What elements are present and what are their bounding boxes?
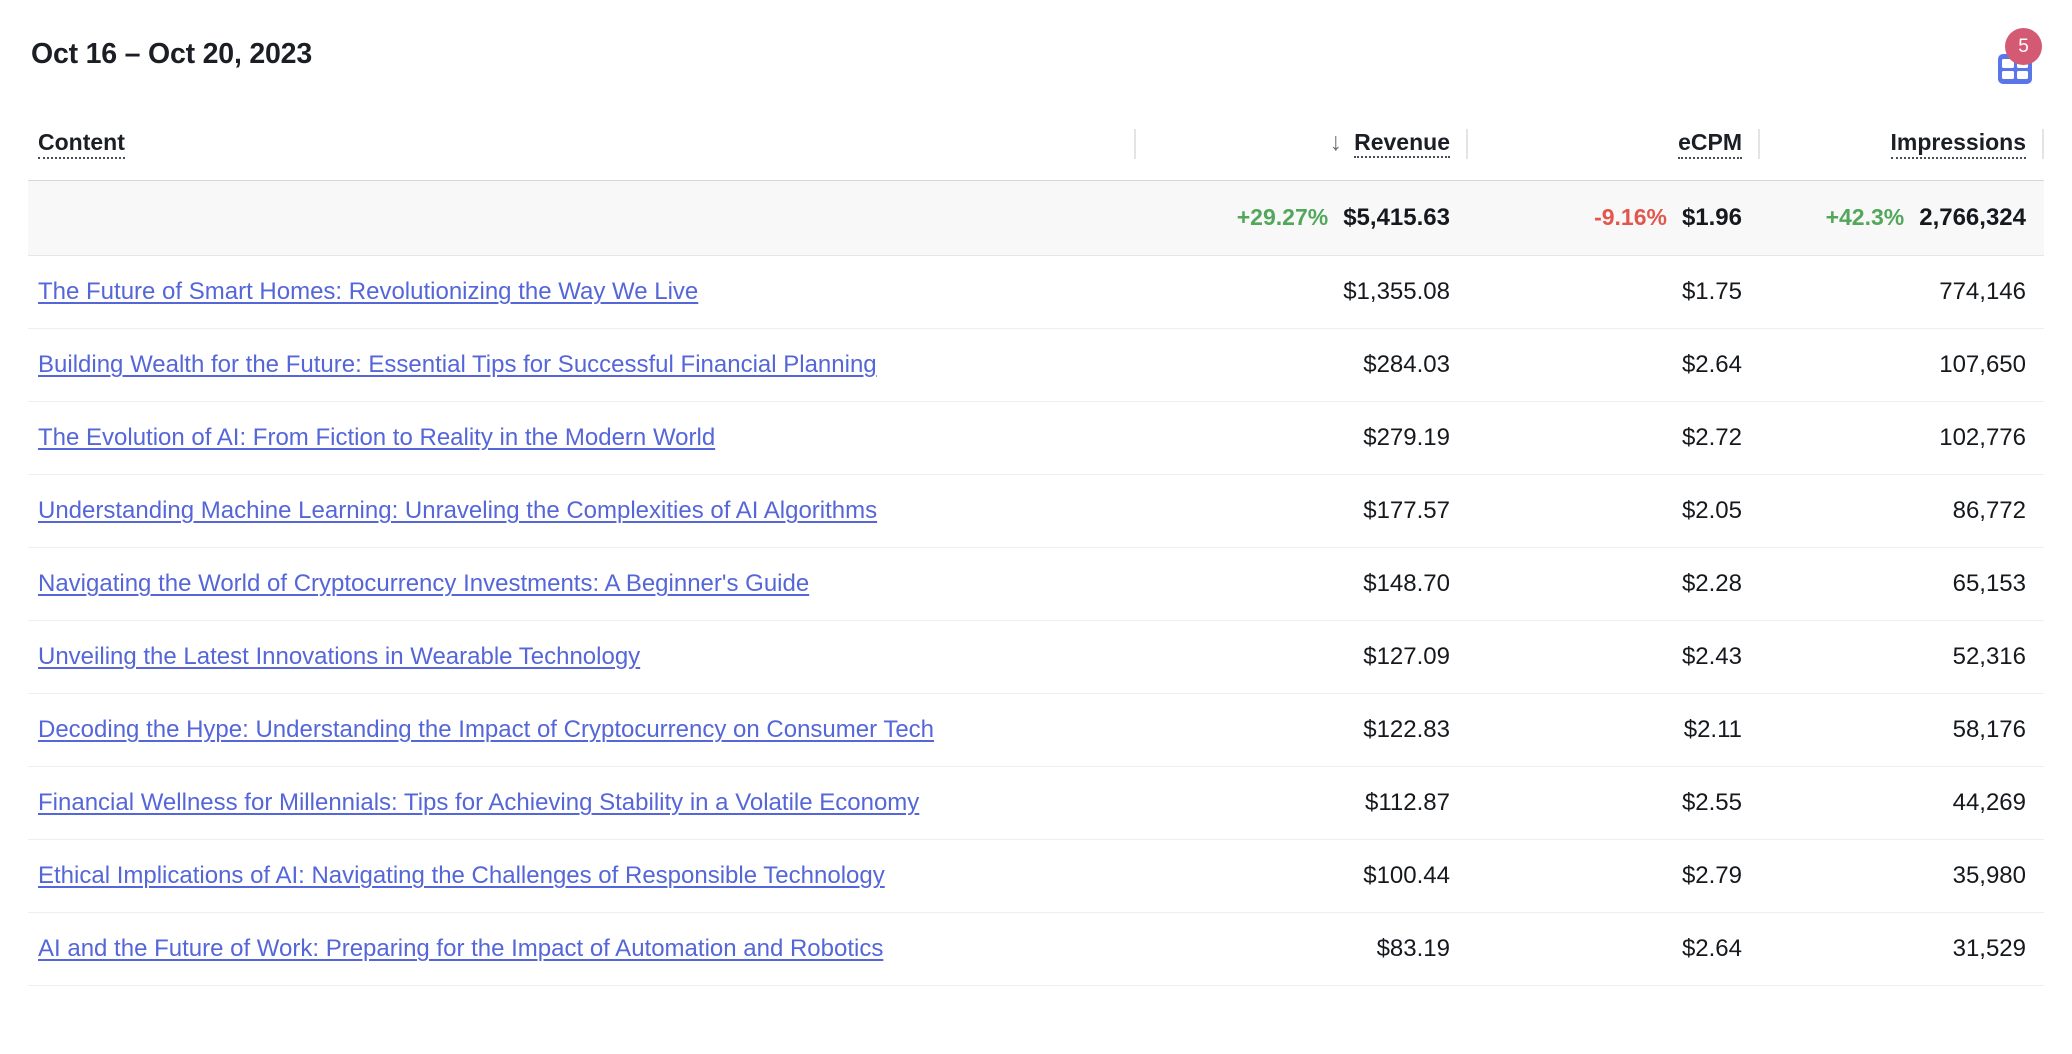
row-ecpm-cell: $2.64 [1467,328,1760,402]
column-header-ecpm-label: eCPM [1678,130,1742,159]
row-content-cell: The Evolution of AI: From Fiction to Rea… [28,401,1136,475]
table-row: The Evolution of AI: From Fiction to Rea… [28,401,2044,475]
summary-content-cell [28,180,1136,256]
row-revenue-cell: $1,355.08 [1135,255,1468,329]
row-revenue-cell: $122.83 [1135,693,1468,767]
page-header: Oct 16 – Oct 20, 2023 5 [28,0,2044,108]
table-row: Building Wealth for the Future: Essentia… [28,328,2044,402]
summary-revenue-cell: +29.27% $5,415.63 [1135,180,1468,256]
table-row: Financial Wellness for Millennials: Tips… [28,766,2044,840]
row-impressions-cell: 86,772 [1760,474,2044,548]
row-revenue-cell: $177.57 [1135,474,1468,548]
row-content-cell: Unveiling the Latest Innovations in Wear… [28,620,1136,694]
table-row: Ethical Implications of AI: Navigating t… [28,839,2044,913]
row-ecpm-cell: $2.64 [1467,912,1760,986]
row-impressions-cell: 102,776 [1760,401,2044,475]
page-title: Oct 16 – Oct 20, 2023 [31,37,312,70]
summary-revenue-delta: +29.27% [1236,204,1329,230]
row-content-cell: Financial Wellness for Millennials: Tips… [28,766,1136,840]
column-header-revenue-inner[interactable]: ↓ Revenue [1329,128,1450,159]
row-revenue-cell: $279.19 [1135,401,1468,475]
column-header-revenue-label: Revenue [1354,130,1450,159]
row-content-cell: Navigating the World of Cryptocurrency I… [28,547,1136,621]
table-body: +29.27% $5,415.63 -9.16% $1.96 +42.3% 2,766… [28,180,2044,256]
row-revenue-cell: $148.70 [1135,547,1468,621]
column-header-impressions[interactable]: Impressions [1760,108,2044,181]
table-row: Understanding Machine Learning: Unraveli… [28,474,2044,548]
row-ecpm-cell: $2.43 [1467,620,1760,694]
status-badge: 5 [2005,28,2042,65]
row-content-cell: Building Wealth for the Future: Essentia… [28,328,1136,402]
table-row: AI and the Future of Work: Preparing for… [28,912,2044,986]
content-link[interactable]: Ethical Implications of AI: Navigating t… [38,862,885,889]
row-revenue-cell: $100.44 [1135,839,1468,913]
table-row: Unveiling the Latest Innovations in Wear… [28,620,2044,694]
header-actions: 5 [1978,28,2042,86]
row-impressions-cell: 31,529 [1760,912,2044,986]
report-page: Oct 16 – Oct 20, 2023 5 Content ↓ Revenu… [0,0,2072,1054]
column-header-ecpm-inner[interactable]: eCPM [1678,130,1742,159]
row-impressions-cell: 44,269 [1760,766,2044,840]
summary-ecpm-cell: -9.16% $1.96 [1467,180,1760,256]
header-row: Content ↓ Revenue eCPM Impressions [28,108,2044,181]
row-impressions-cell: 65,153 [1760,547,2044,621]
row-ecpm-cell: $2.11 [1467,693,1760,767]
row-ecpm-cell: $2.28 [1467,547,1760,621]
column-header-ecpm[interactable]: eCPM [1468,108,1760,181]
table-rows: The Future of Smart Homes: Revolutionizi… [28,255,2044,986]
row-revenue-cell: $83.19 [1135,912,1468,986]
content-link[interactable]: Unveiling the Latest Innovations in Wear… [38,643,640,670]
row-ecpm-cell: $2.05 [1467,474,1760,548]
column-header-impressions-inner[interactable]: Impressions [1890,130,2026,159]
content-link[interactable]: Decoding the Hype: Understanding the Imp… [38,716,934,743]
summary-row: +29.27% $5,415.63 -9.16% $1.96 +42.3% 2,766… [28,180,2044,256]
summary-impressions-value: 2,766,324 [1919,204,2026,231]
row-revenue-cell: $127.09 [1135,620,1468,694]
column-divider [2042,129,2044,159]
summary-revenue-value: $5,415.63 [1343,204,1450,231]
table-row: Navigating the World of Cryptocurrency I… [28,547,2044,621]
content-link[interactable]: AI and the Future of Work: Preparing for… [38,935,883,962]
column-header-content-label: Content [38,130,125,159]
row-content-cell: The Future of Smart Homes: Revolutionizi… [28,255,1136,329]
row-content-cell: Understanding Machine Learning: Unraveli… [28,474,1136,548]
row-ecpm-cell: $2.79 [1467,839,1760,913]
content-link[interactable]: Building Wealth for the Future: Essentia… [38,351,877,378]
column-header-impressions-label: Impressions [1890,130,2026,159]
content-link[interactable]: The Future of Smart Homes: Revolutionizi… [38,278,698,305]
summary-impressions-cell: +42.3% 2,766,324 [1760,180,2044,256]
row-content-cell: AI and the Future of Work: Preparing for… [28,912,1136,986]
row-ecpm-cell: $2.55 [1467,766,1760,840]
grid-cell [2002,70,2014,79]
row-impressions-cell: 35,980 [1760,839,2044,913]
sort-descending-icon: ↓ [1329,128,1343,157]
row-content-cell: Ethical Implications of AI: Navigating t… [28,839,1136,913]
row-impressions-cell: 58,176 [1760,693,2044,767]
table-row: The Future of Smart Homes: Revolutionizi… [28,255,2044,329]
table-header: Content ↓ Revenue eCPM Impressions [28,108,2044,181]
row-impressions-cell: 52,316 [1760,620,2044,694]
table-row: Decoding the Hype: Understanding the Imp… [28,693,2044,767]
summary-ecpm-delta: -9.16% [1594,204,1667,230]
summary-impressions-delta: +42.3% [1825,204,1905,230]
row-content-cell: Decoding the Hype: Understanding the Imp… [28,693,1136,767]
content-link[interactable]: Financial Wellness for Millennials: Tips… [38,789,919,816]
row-ecpm-cell: $1.75 [1467,255,1760,329]
summary-ecpm-value: $1.96 [1681,204,1742,231]
row-impressions-cell: 107,650 [1760,328,2044,402]
row-revenue-cell: $112.87 [1135,766,1468,840]
column-header-revenue[interactable]: ↓ Revenue [1136,108,1468,181]
column-header-content-inner[interactable]: Content [38,130,125,159]
content-link[interactable]: The Evolution of AI: From Fiction to Rea… [38,424,715,451]
content-link[interactable]: Navigating the World of Cryptocurrency I… [38,570,809,597]
report-table: Content ↓ Revenue eCPM Impressions +29.2… [28,108,2044,986]
row-ecpm-cell: $2.72 [1467,401,1760,475]
row-impressions-cell: 774,146 [1760,255,2044,329]
column-header-content[interactable]: Content [28,108,1136,181]
grid-cell [2016,70,2028,79]
row-revenue-cell: $284.03 [1135,328,1468,402]
content-link[interactable]: Understanding Machine Learning: Unraveli… [38,497,877,524]
